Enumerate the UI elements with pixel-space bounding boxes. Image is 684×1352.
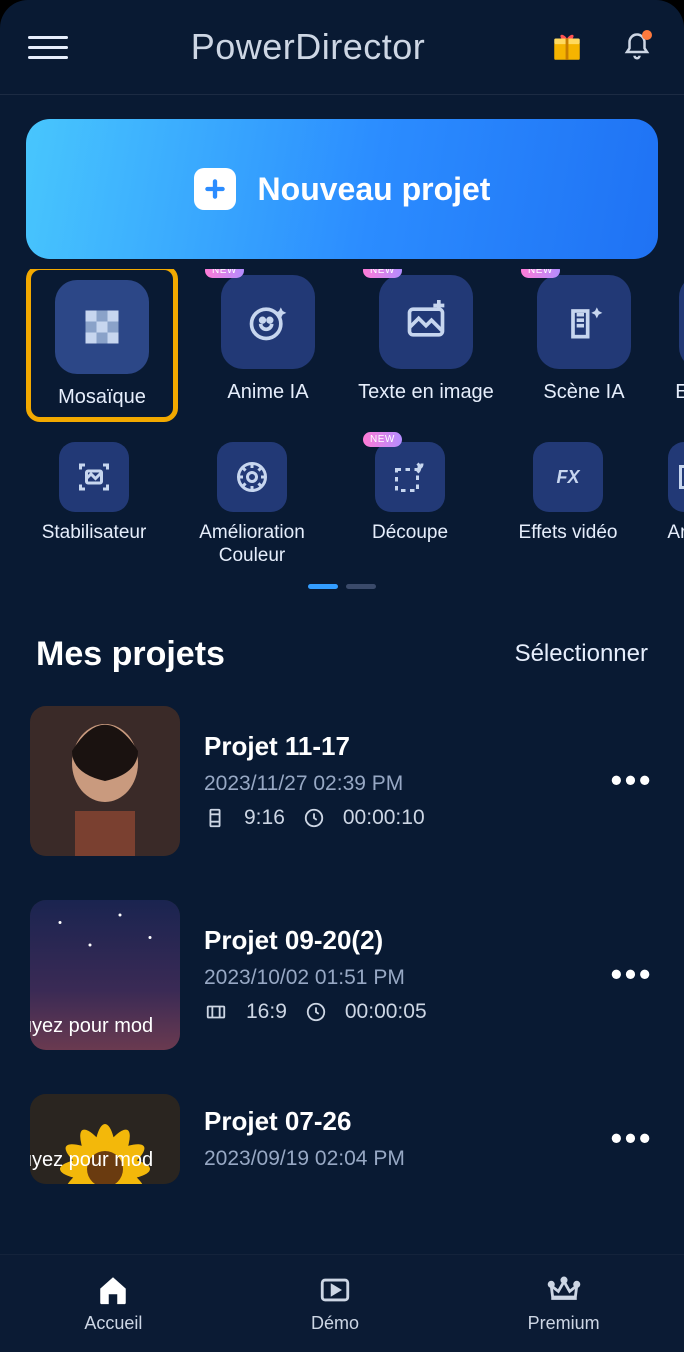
new-badge: NEW bbox=[521, 269, 560, 278]
aspect-ratio-icon bbox=[204, 1001, 228, 1023]
home-icon bbox=[96, 1273, 130, 1307]
gift-button[interactable] bbox=[548, 28, 586, 66]
notification-dot bbox=[642, 30, 652, 40]
crown-icon bbox=[545, 1273, 583, 1307]
tool-label: Scène IA bbox=[543, 381, 624, 404]
tab-home[interactable]: Accueil bbox=[84, 1273, 142, 1334]
project-thumbnail: uyez pour mod bbox=[30, 1094, 180, 1184]
tool-art-partial[interactable]: Art A bbox=[658, 442, 684, 568]
tool-mosaic[interactable]: Mosaïque bbox=[26, 269, 178, 422]
project-name: Projet 11-17 bbox=[204, 731, 586, 762]
effect-icon bbox=[679, 275, 684, 369]
tool-crop[interactable]: NEW Découpe bbox=[342, 442, 478, 568]
crop-scissors-icon: NEW bbox=[375, 442, 445, 512]
project-item[interactable]: Projet 11-17 2023/11/27 02:39 PM 9:16 00… bbox=[30, 684, 654, 878]
tool-effect-partial[interactable]: Effet d bbox=[674, 275, 684, 422]
tool-label: Mosaïque bbox=[58, 386, 146, 409]
project-more-button[interactable]: ••• bbox=[610, 762, 654, 799]
new-badge: NEW bbox=[363, 269, 402, 278]
page-indicator bbox=[0, 568, 684, 589]
tab-label: Accueil bbox=[84, 1313, 142, 1334]
clock-icon bbox=[305, 1001, 327, 1023]
project-ratio: 16:9 bbox=[246, 1000, 287, 1024]
tool-label: Texte en image bbox=[358, 381, 494, 404]
project-date: 2023/10/02 01:51 PM bbox=[204, 966, 586, 990]
scene-sparkle-icon: NEW bbox=[537, 275, 631, 369]
tab-label: Premium bbox=[528, 1313, 600, 1334]
tool-label: Art A bbox=[667, 522, 684, 545]
tab-label: Démo bbox=[311, 1313, 359, 1334]
tool-color-enhance[interactable]: Amélioration Couleur bbox=[184, 442, 320, 568]
tool-label: Anime IA bbox=[227, 381, 308, 404]
tool-label: Découpe bbox=[372, 522, 448, 545]
thumbnail-overlay-text: uyez pour mod bbox=[30, 1149, 180, 1172]
tool-scene-ia[interactable]: NEW Scène IA bbox=[516, 275, 652, 422]
stabilizer-icon bbox=[59, 442, 129, 512]
project-date: 2023/09/19 02:04 PM bbox=[204, 1147, 586, 1171]
project-ratio: 9:16 bbox=[244, 806, 285, 830]
thumbnail-overlay-text: uyez pour mod bbox=[30, 1015, 180, 1038]
new-project-button[interactable]: Nouveau projet bbox=[26, 119, 658, 259]
play-frame-icon bbox=[318, 1273, 352, 1307]
project-list: Projet 11-17 2023/11/27 02:39 PM 9:16 00… bbox=[0, 684, 684, 1254]
new-project-label: Nouveau projet bbox=[258, 171, 491, 208]
project-thumbnail: uyez pour mod bbox=[30, 900, 180, 1050]
tab-demo[interactable]: Démo bbox=[311, 1273, 359, 1334]
tab-bar: Accueil Démo Premium bbox=[0, 1254, 684, 1352]
new-badge: NEW bbox=[205, 269, 244, 278]
svg-text:FX: FX bbox=[556, 467, 580, 487]
project-thumbnail bbox=[30, 706, 180, 856]
tool-label: Effets vidéo bbox=[519, 522, 618, 545]
project-more-button[interactable]: ••• bbox=[610, 1120, 654, 1157]
clock-icon bbox=[303, 807, 325, 829]
project-duration: 00:00:05 bbox=[345, 1000, 427, 1024]
tool-label: Stabilisateur bbox=[42, 522, 147, 545]
project-date: 2023/11/27 02:39 PM bbox=[204, 772, 586, 796]
gift-icon bbox=[550, 30, 584, 64]
tool-label: Effet d bbox=[675, 381, 684, 404]
project-duration: 00:00:10 bbox=[343, 806, 425, 830]
top-bar: PowerDirector bbox=[0, 0, 684, 95]
color-wheel-icon bbox=[217, 442, 287, 512]
tool-video-effects[interactable]: FX Effets vidéo bbox=[500, 442, 636, 568]
tool-text-to-image[interactable]: NEW Texte en image bbox=[358, 275, 494, 422]
projects-title: Mes projets bbox=[36, 635, 225, 674]
menu-button[interactable] bbox=[28, 27, 68, 67]
select-button[interactable]: Sélectionner bbox=[515, 640, 648, 668]
art-icon bbox=[668, 442, 684, 512]
project-more-button[interactable]: ••• bbox=[610, 956, 654, 993]
tool-stabilizer[interactable]: Stabilisateur bbox=[26, 442, 162, 568]
tool-anime-ia[interactable]: NEW Anime IA bbox=[200, 275, 336, 422]
new-badge: NEW bbox=[363, 432, 402, 447]
tools-row-2: Stabilisateur Amélioration Couleur NEW D… bbox=[0, 422, 684, 568]
fx-icon: FX bbox=[533, 442, 603, 512]
tool-label: Amélioration Couleur bbox=[199, 522, 305, 568]
notifications-button[interactable] bbox=[618, 28, 656, 66]
tab-premium[interactable]: Premium bbox=[528, 1273, 600, 1334]
image-text-icon: NEW bbox=[379, 275, 473, 369]
aspect-ratio-icon bbox=[204, 807, 226, 829]
smiley-sparkle-icon: NEW bbox=[221, 275, 315, 369]
mosaic-icon bbox=[55, 280, 149, 374]
project-item[interactable]: uyez pour mod Projet 07-26 2023/09/19 02… bbox=[30, 1072, 654, 1184]
project-name: Projet 07-26 bbox=[204, 1106, 586, 1137]
app-title: PowerDirector bbox=[88, 26, 528, 68]
tools-row-1: Mosaïque NEW Anime IA NEW Texte en image… bbox=[0, 269, 684, 422]
project-name: Projet 09-20(2) bbox=[204, 925, 586, 956]
project-item[interactable]: uyez pour mod Projet 09-20(2) 2023/10/02… bbox=[30, 878, 654, 1072]
plus-icon bbox=[194, 168, 236, 210]
